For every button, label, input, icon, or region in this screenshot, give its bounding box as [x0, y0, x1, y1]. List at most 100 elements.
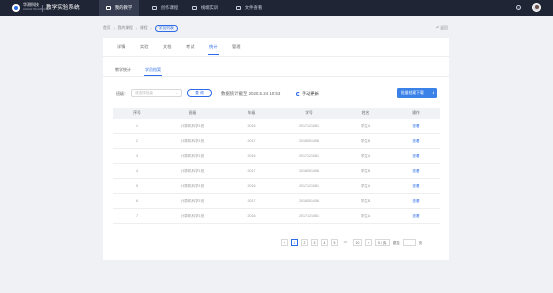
- manual-refresh-button[interactable]: 手动更新: [296, 91, 319, 97]
- next-page-button[interactable]: ›: [365, 238, 372, 246]
- tab-bar: 详情 实验 文档 考试 统计 管理: [103, 38, 449, 57]
- help-icon[interactable]: ?: [516, 5, 521, 11]
- subtab-bar: 教学统计 学员档案: [103, 66, 449, 77]
- column-header-name: 姓名: [361, 111, 370, 115]
- cell-grade: 2016: [247, 214, 256, 218]
- chevron-down-icon: ⌄: [384, 240, 388, 245]
- page-size-select[interactable]: 5 / 页 ⌄: [375, 238, 390, 246]
- column-header-index: 序号: [133, 111, 141, 115]
- file-icon: [235, 6, 241, 10]
- active-subtab-indicator: [144, 74, 162, 76]
- view-record-link[interactable]: 查看: [392, 184, 440, 189]
- table-row: 1 计算机科学1班 2016 2017121081 学生A 查看: [113, 119, 440, 134]
- subtab-student-records[interactable]: 学员档案: [145, 67, 161, 73]
- app-title[interactable]: 教学实验系统: [46, 4, 80, 12]
- nav-item-label: 我的教学: [114, 5, 133, 10]
- pagination: ‹ 1 2 3 4 5 ••• 10 › 5 / 页 ⌄ 跳至 页: [281, 238, 422, 246]
- page-button-1[interactable]: 1: [291, 238, 298, 246]
- nav-item-label: 创作课程: [160, 5, 179, 10]
- cell-index: 1: [136, 124, 138, 128]
- monitor-icon: [191, 6, 197, 10]
- table-row: 2 计算机科学1班 2017 2018051456 学生B 查看: [113, 134, 440, 149]
- cell-grade: 2017: [247, 199, 256, 203]
- avatar[interactable]: [532, 3, 541, 12]
- logo-name: 华测科技: [23, 2, 39, 7]
- breadcrumb: 首页 / 我的课程 / 课程 / 学员列表: [103, 25, 178, 32]
- logo-icon: [12, 4, 20, 12]
- column-header-action: 操作: [412, 111, 420, 115]
- page-button-last[interactable]: 10: [353, 238, 362, 246]
- page-ellipsis[interactable]: •••: [341, 240, 350, 244]
- view-record-link[interactable]: 查看: [392, 139, 440, 144]
- tab-manage[interactable]: 管理: [232, 44, 240, 50]
- cell-class: 计算机科学1班: [180, 183, 205, 188]
- breadcrumb-home[interactable]: 首页: [103, 26, 111, 31]
- cell-index: 3: [136, 154, 138, 158]
- batch-download-button[interactable]: 批量档案下载 ⭳: [397, 88, 437, 98]
- tab-statistics[interactable]: 统计: [209, 44, 217, 50]
- cell-name: 学生B: [360, 138, 371, 143]
- page-button-3[interactable]: 3: [311, 238, 318, 246]
- cell-student-id: 2017121081: [299, 154, 319, 158]
- class-select[interactable]: 请选择班级 ⌄: [131, 89, 182, 97]
- manual-refresh-label: 手动更新: [302, 91, 319, 96]
- goto-label: 跳至: [393, 240, 400, 245]
- breadcrumb-current: 学员列表: [154, 25, 178, 32]
- breadcrumb-separator: /: [135, 26, 137, 31]
- brand-divider: [42, 5, 43, 12]
- book-icon: [105, 6, 111, 10]
- tab-experiments[interactable]: 实验: [140, 44, 148, 50]
- column-header-class: 班级: [188, 111, 197, 115]
- cell-grade: 2016: [247, 184, 256, 188]
- page-button-2[interactable]: 2: [301, 238, 308, 246]
- cell-student-id: 2017121081: [299, 214, 319, 218]
- top-navigation-bar: 华测科技 HUACE TECHNOLOGY 教学实验系统 我的教学 创作课程 线…: [0, 0, 553, 16]
- breadcrumb-my-courses[interactable]: 我的课程: [118, 26, 133, 31]
- cell-student-id: 2018051456: [299, 199, 319, 203]
- nav-item-my-teaching[interactable]: 我的教学: [99, 0, 139, 16]
- nav-item-training[interactable]: 线端实训: [182, 0, 228, 16]
- view-record-link[interactable]: 查看: [392, 124, 440, 129]
- cell-student-id: 2018051456: [299, 139, 319, 143]
- table-row: 5 计算机科学1班 2016 2017121081 学生A 查看: [113, 179, 440, 194]
- nav-item-files[interactable]: 文件查看: [226, 0, 272, 16]
- cell-student-id: 2018051456: [299, 169, 319, 173]
- stats-timestamp: 数据统计截至 2020.5.24 10:53: [221, 91, 281, 96]
- tab-documents[interactable]: 文档: [163, 44, 171, 50]
- view-record-link[interactable]: 查看: [392, 214, 440, 219]
- breadcrumb-separator: /: [150, 26, 152, 31]
- table-row: 4 计算机科学1班 2017 2018051456 学生B 查看: [113, 164, 440, 179]
- goto-page-input[interactable]: [402, 238, 416, 246]
- view-record-link[interactable]: 查看: [392, 154, 440, 159]
- tab-details[interactable]: 详情: [117, 44, 125, 50]
- edit-icon: [151, 6, 157, 10]
- page-button-4[interactable]: 4: [321, 238, 328, 246]
- view-record-link[interactable]: 查看: [392, 169, 440, 174]
- breadcrumb-course[interactable]: 课程: [140, 26, 148, 31]
- prev-page-button[interactable]: ‹: [281, 238, 288, 246]
- student-records-table: 序号 班级 年级 学号 姓名 操作 1 计算机科学1班 2016 2017121081…: [113, 108, 440, 224]
- cell-index: 7: [136, 214, 138, 218]
- tab-exams[interactable]: 考试: [186, 44, 194, 50]
- refresh-icon: [296, 92, 300, 96]
- cell-name: 学生A: [360, 123, 371, 128]
- query-button[interactable]: 查 询: [187, 89, 212, 97]
- nav-item-label: 线端实训: [200, 5, 219, 10]
- table-header: 序号 班级 年级 学号 姓名 操作: [113, 108, 440, 119]
- page-button-5[interactable]: 5: [331, 238, 338, 246]
- cell-grade: 2017: [247, 169, 256, 173]
- cell-name: 学生B: [360, 198, 371, 203]
- table-row: 7 计算机科学1班 2016 2017121081 学生A 查看: [113, 209, 440, 224]
- cell-grade: 2016: [247, 154, 256, 158]
- view-record-link[interactable]: 查看: [392, 199, 440, 204]
- cell-grade: 2017: [247, 139, 256, 143]
- subtab-teaching-stats[interactable]: 教学统计: [115, 67, 131, 73]
- breadcrumb-separator: /: [113, 26, 115, 31]
- cell-class: 计算机科学1班: [180, 123, 205, 128]
- chevron-down-icon: ⌄: [174, 91, 178, 95]
- class-filter-label: 班级：: [116, 91, 128, 96]
- back-link[interactable]: ↶ 返回: [436, 25, 448, 31]
- cell-name: 学生A: [360, 213, 371, 218]
- table-body: 1 计算机科学1班 2016 2017121081 学生A 查看 2 计算机科学1班 2017 2…: [113, 119, 440, 224]
- cell-name: 学生A: [360, 183, 371, 188]
